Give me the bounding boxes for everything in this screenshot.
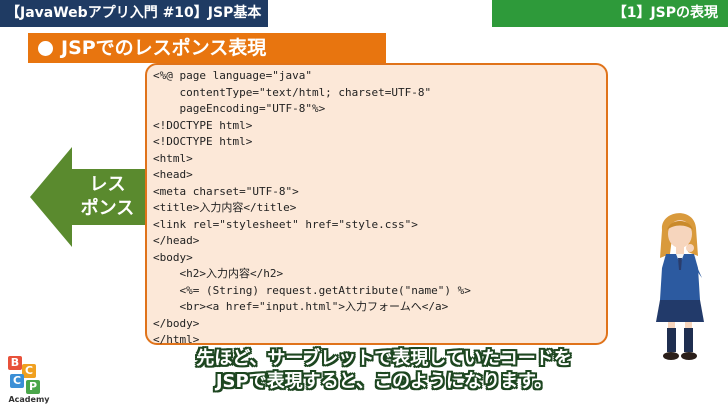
code-line: <h2>入力内容</h2> [153,267,284,280]
code-line: <!DOCTYPE html> [153,135,253,148]
arrow-label: レス ポンス [70,173,145,221]
narration-subtitle: 先ほど、サーブレットで表現していたコードを JSPで表現すると、このようになりま… [140,347,628,393]
code-line: <%@ page language="java" [153,69,312,82]
code-line: <!DOCTYPE html> [153,118,253,132]
code-line: <title>入力内容</title> [153,201,297,214]
code-line: </head> [153,234,200,247]
slide-title-bar: JSPでのレスポンス表現 [28,33,386,63]
arrow-label-line1: レス [89,174,126,195]
code-line: <html> [153,151,193,165]
code-line: contentType="text/html; charset=UTF-8" [153,85,432,99]
code-line: pageEncoding="UTF-8"%> [153,102,326,115]
presenter-illustration [656,213,704,360]
logo-letter: C [22,364,36,378]
arrow-label-line2: ポンス [80,198,135,219]
code-line: <%= (String) request.getAttribute("name"… [153,283,471,297]
code-line: <meta charset="UTF-8"> [153,184,299,198]
series-title: 【JavaWebアプリ入門 #10】JSP基本 [0,0,268,27]
response-arrow: レス ポンス [30,147,145,247]
logo-label: Academy [8,395,50,404]
bullet-dot-icon [38,41,53,56]
logo-letter: C [10,374,24,388]
subtitle-line2: JSPで表現すると、このようになります。 [215,371,553,392]
code-block: <%@ page language="java" contentType="te… [145,63,608,346]
logo-letter: P [26,380,40,394]
code-line: <br><a href="input.html">入力フォームへ</a> [153,300,449,313]
code-line: <head> [153,168,193,181]
subtitle-line1: 先ほど、サーブレットで表現していたコードを [196,348,572,369]
code-line: <body> [153,250,193,264]
academy-logo: B C C P Academy [6,354,52,408]
code-line: <link rel="stylesheet" href="style.css"> [153,217,418,231]
code-line: </body> [153,316,200,330]
slide-title: JSPでのレスポンス表現 [61,37,267,59]
logo-letter: B [8,356,22,370]
section-title: 【1】JSPの表現 [492,0,728,27]
